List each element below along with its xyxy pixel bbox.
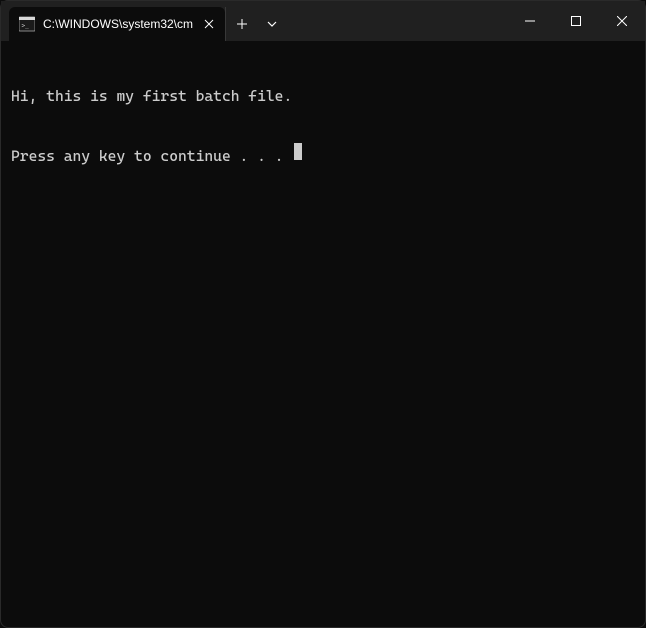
- window-controls: [507, 1, 645, 41]
- minimize-button[interactable]: [507, 1, 553, 41]
- new-tab-button[interactable]: [225, 7, 257, 41]
- tab-active[interactable]: >_ C:\WINDOWS\system32\cmd.: [9, 7, 225, 41]
- tab-close-button[interactable]: [201, 16, 217, 32]
- maximize-button[interactable]: [553, 1, 599, 41]
- output-line: Hi, this is my first batch file.: [11, 87, 635, 106]
- tab-dropdown-button[interactable]: [257, 7, 287, 41]
- cursor: [294, 143, 302, 160]
- cmd-icon: >_: [19, 16, 35, 32]
- titlebar: >_ C:\WINDOWS\system32\cmd.: [1, 1, 645, 41]
- tab-title: C:\WINDOWS\system32\cmd.: [43, 17, 193, 31]
- tab-strip: >_ C:\WINDOWS\system32\cmd.: [1, 1, 507, 41]
- output-line: Press any key to continue . . .: [11, 147, 292, 166]
- svg-text:>_: >_: [22, 23, 30, 30]
- close-button[interactable]: [599, 1, 645, 41]
- terminal-content[interactable]: Hi, this is my first batch file. Press a…: [1, 41, 645, 193]
